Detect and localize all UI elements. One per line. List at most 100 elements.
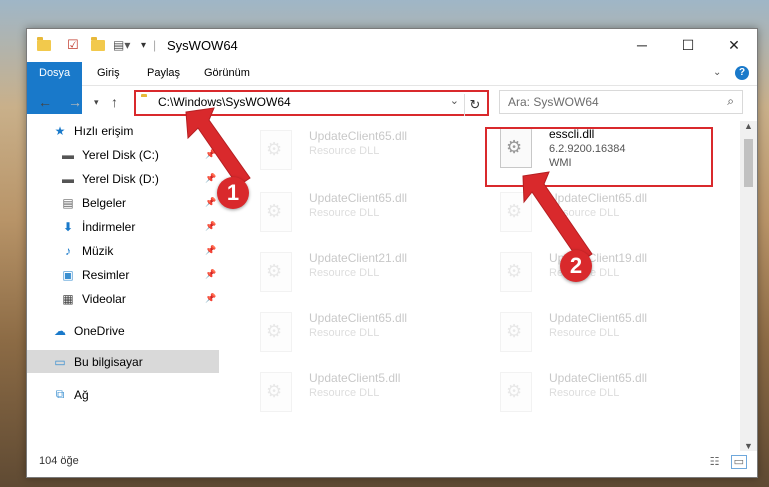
list-item[interactable]: UpdateClient19.dll Resource DLL <box>487 247 707 299</box>
ribbon-tabs: Dosya Giriş Paylaş Görünüm ⌄ ? <box>27 62 757 114</box>
pin-icon[interactable]: 📌 <box>205 269 216 280</box>
large-icons-view-icon[interactable]: ▭ <box>730 455 747 469</box>
new-folder-icon[interactable] <box>91 36 105 53</box>
properties-icon[interactable]: ☑ <box>67 37 79 53</box>
close-button[interactable]: ✕ <box>711 29 757 61</box>
window-title: SysWOW64 <box>167 38 238 53</box>
file-icon <box>260 192 292 232</box>
file-name: UpdateClient65.dll <box>549 191 648 205</box>
documents-icon: ▤ <box>62 195 74 210</box>
sidebar-item-this-pc[interactable]: ▭ Bu bilgisayar <box>27 350 219 373</box>
file-type: Resource DLL <box>549 207 620 219</box>
file-name: UpdateClient65.dll <box>309 129 408 143</box>
drive-icon: ▬ <box>62 171 74 186</box>
file-icon <box>260 312 292 352</box>
maximize-button[interactable]: ☐ <box>665 29 711 61</box>
sidebar-item-pictures[interactable]: ▣ Resimler 📌 <box>27 263 219 286</box>
file-name: UpdateClient65.dll <box>309 191 408 205</box>
highlight-frame <box>485 127 713 187</box>
file-name: UpdateClient65.dll <box>549 371 648 385</box>
file-icon <box>260 130 292 170</box>
file-type: Resource DLL <box>549 387 620 399</box>
file-icon <box>500 312 532 352</box>
folder-icon <box>37 36 51 53</box>
pin-icon[interactable]: 📌 <box>205 149 216 160</box>
scroll-thumb[interactable] <box>744 139 753 187</box>
list-item[interactable]: UpdateClient5.dll Resource DLL <box>247 367 467 419</box>
help-icon[interactable]: ? <box>735 66 749 80</box>
pictures-icon: ▣ <box>62 267 74 282</box>
list-item[interactable]: UpdateClient65.dll Resource DLL <box>487 307 707 359</box>
sidebar-item-local-disk-c[interactable]: ▬ Yerel Disk (C:) 📌 <box>27 143 219 166</box>
file-icon <box>500 372 532 412</box>
file-type: Resource DLL <box>309 207 380 219</box>
music-icon: ♪ <box>65 243 71 258</box>
sidebar-item-music[interactable]: ♪ Müzik 📌 <box>27 239 219 262</box>
file-type: Resource DLL <box>549 327 620 339</box>
scroll-up-icon[interactable]: ▲ <box>744 121 753 131</box>
chevron-down-icon[interactable]: ⌄ <box>450 94 459 107</box>
sidebar-item-label: OneDrive <box>74 323 125 338</box>
pin-icon[interactable]: 📌 <box>205 197 216 208</box>
file-name: UpdateClient65.dll <box>309 311 408 325</box>
tab-giris[interactable]: Giriş <box>85 62 132 85</box>
refresh-icon[interactable]: ↻ <box>464 94 485 116</box>
sidebar-item-label: Belgeler <box>82 195 127 210</box>
file-type: Resource DLL <box>309 267 380 279</box>
details-view-icon[interactable]: ☷ <box>710 456 720 468</box>
list-item[interactable]: UpdateClient65.dll Resource DLL <box>247 307 467 359</box>
sidebar-item-network[interactable]: ⧉ Ağ <box>27 383 219 406</box>
address-bar[interactable]: C:\Windows\SysWOW64 ⌄ ↻ <box>134 90 489 116</box>
pin-icon[interactable]: 📌 <box>205 173 216 184</box>
pin-icon[interactable]: 📌 <box>205 221 216 232</box>
chevron-down-icon[interactable]: ⌄ <box>713 67 721 78</box>
computer-icon: ▭ <box>54 354 66 369</box>
forward-arrow-icon[interactable]: → <box>68 94 82 110</box>
sidebar-item-label: Videolar <box>82 291 126 306</box>
sidebar-item-videos[interactable]: ▦ Videolar 📌 <box>27 287 219 310</box>
back-arrow-icon[interactable]: ← <box>38 94 52 110</box>
file-icon <box>500 192 532 232</box>
scroll-down-icon[interactable]: ▼ <box>744 441 753 451</box>
file-name: UpdateClient65.dll <box>549 311 648 325</box>
minimize-button[interactable]: ─ <box>619 29 665 61</box>
address-row: ← → ▾ ↑ C:\Windows\SysWOW64 ⌄ ↻ Ara: Sys… <box>27 86 757 118</box>
search-icon[interactable]: ⌕ <box>727 94 734 109</box>
list-item[interactable]: UpdateClient65.dll Resource DLL <box>247 187 467 239</box>
sidebar-item-label: Bu bilgisayar <box>74 354 143 369</box>
network-icon: ⧉ <box>55 387 65 401</box>
download-icon: ⬇ <box>62 219 74 234</box>
list-item[interactable]: UpdateClient65.dll Resource DLL <box>487 187 707 239</box>
file-type: Resource DLL <box>309 327 380 339</box>
view-toggle: ☷ ▭ <box>710 455 747 469</box>
tab-gorunum[interactable]: Görünüm <box>192 62 262 85</box>
item-count: 104 öğe <box>39 455 79 467</box>
list-item[interactable]: UpdateClient65.dll Resource DLL <box>247 125 467 177</box>
sidebar-item-documents[interactable]: ▤ Belgeler 📌 <box>27 191 219 214</box>
sidebar-item-quick-access[interactable]: ★ Hızlı erişim <box>27 119 219 142</box>
file-icon <box>260 372 292 412</box>
list-item[interactable]: UpdateClient21.dll Resource DLL <box>247 247 467 299</box>
sidebar-item-onedrive[interactable]: ☁ OneDrive <box>27 319 219 342</box>
drive-icon: ▬ <box>62 147 74 162</box>
list-item[interactable]: UpdateClient65.dll Resource DLL <box>487 367 707 419</box>
sidebar-item-label: Ağ <box>74 387 89 402</box>
sidebar-item-label: Yerel Disk (D:) <box>82 171 159 186</box>
pin-icon[interactable]: 📌 <box>205 293 216 304</box>
search-box[interactable]: Ara: SysWOW64 ⌕ <box>499 90 743 114</box>
up-arrow-icon[interactable]: ↑ <box>111 94 118 110</box>
file-name: UpdateClient5.dll <box>309 371 401 385</box>
address-path[interactable]: C:\Windows\SysWOW64 <box>158 95 291 109</box>
view-menu-icon[interactable]: ▤▾ <box>113 37 130 53</box>
customize-toolbar-icon[interactable]: ▾ <box>141 37 146 53</box>
sidebar-item-local-disk-d[interactable]: ▬ Yerel Disk (D:) 📌 <box>27 167 219 190</box>
sidebar-item-label: Yerel Disk (C:) <box>82 147 159 162</box>
vertical-scrollbar[interactable]: ▲ ▼ <box>740 121 757 451</box>
cloud-icon: ☁ <box>54 323 66 338</box>
pin-icon[interactable]: 📌 <box>205 245 216 256</box>
file-name: UpdateClient21.dll <box>309 251 408 265</box>
recent-locations-icon[interactable]: ▾ <box>94 97 99 108</box>
sidebar-item-downloads[interactable]: ⬇ İndirmeler 📌 <box>27 215 219 238</box>
step-1-badge: 1 <box>217 177 249 209</box>
tab-paylas[interactable]: Paylaş <box>135 62 192 85</box>
